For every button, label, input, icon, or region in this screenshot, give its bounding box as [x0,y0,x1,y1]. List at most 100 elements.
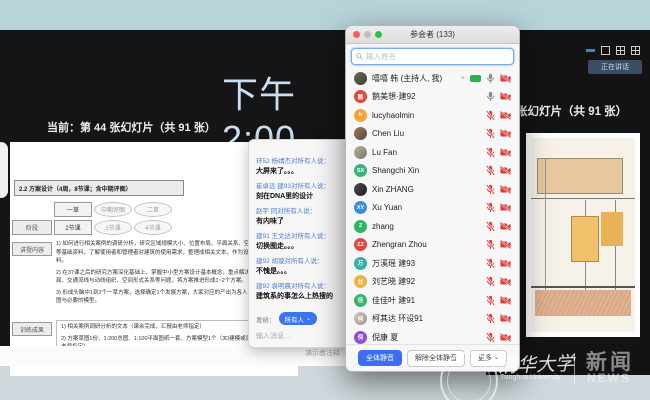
connection-badge-icon [470,75,481,82]
avatar [354,72,367,85]
participant-name: lucyhaolmin [372,111,481,120]
participant-name: 鹅美想·建92 [372,91,481,102]
avatar: ZZ [354,238,367,251]
participant-row[interactable]: Zzhang [346,217,519,236]
close-button[interactable] [353,31,360,38]
mic-off-icon[interactable] [486,258,495,269]
panel-titlebar[interactable]: 参会者 (133) [346,26,519,44]
participant-name: Shangchi Xin [372,166,481,175]
camera-off-icon[interactable] [500,92,511,101]
chat-text: 不愧是。。。 [256,266,355,276]
mic-icon[interactable] [486,91,495,102]
mic-off-icon[interactable] [486,332,495,343]
participant-name: zhang [372,222,481,231]
chat-text: 切换图走。。。 [256,241,355,251]
avatar: 刘 [354,275,367,288]
participant-row[interactable]: XY Xu Yuan [346,199,519,218]
participant-row[interactable]: 佳佳佳叶 建91 [346,291,519,310]
chat-message: 赵宇 同对所有人说：有内味了 [256,205,355,226]
search-input[interactable]: 输入姓名 [351,48,514,65]
avatar: 鹅 [354,90,367,103]
chat-input[interactable]: 输入消息... [256,331,355,341]
mic-off-icon[interactable] [486,202,495,213]
chat-sender: 崔卓远 建93对所有人说： [256,180,355,190]
grid-view-icon[interactable] [616,46,625,55]
mic-off-icon[interactable] [486,147,495,158]
slide-box-ercao: 二草 [134,202,172,217]
mic-off-icon[interactable] [486,128,495,139]
camera-off-icon[interactable] [500,74,511,83]
more-button[interactable]: 更多 ⌄ [470,350,507,367]
minimize-button[interactable] [364,31,371,38]
camera-off-icon[interactable] [500,296,511,305]
list-view-icon[interactable] [631,46,640,55]
mic-off-icon[interactable] [486,295,495,306]
participant-name: 佳佳叶 建91 [372,295,481,306]
search-placeholder: 输入姓名 [366,51,396,62]
chat-message: 环52 杨靖杰对所有人说：大屏来了。。。 [256,155,355,176]
slide-counter: 当前：第 44 张幻灯片（共 91 张） [47,119,216,135]
avatar: b [354,109,367,122]
slide-label-result: 训练成果 [12,322,52,336]
participant-row[interactable]: 刘刘艺晓 建92 [346,273,519,292]
camera-off-icon[interactable] [500,222,511,231]
mic-icon[interactable] [486,73,495,84]
slide-label-stage: 阶段 [12,220,52,235]
slide-image-frame [526,133,640,337]
camera-off-icon[interactable] [500,166,511,175]
chat-sender: 建91 王文达对所有人说： [256,230,355,240]
camera-off-icon[interactable] [500,277,511,286]
chat-message: 建92 袁明晨对所有人说：建筑系的事怎么上热搜的 [256,280,355,301]
participant-row[interactable]: Chen Liu [346,125,519,144]
camera-off-icon[interactable] [500,203,511,212]
participants-panel: 参会者 (133) 输入姓名 嘻嘻 韩 (主持人, 我)+ 鹅鹅美想·建92 b… [345,25,520,372]
slide-box-4lessons: 4节课 [134,220,172,235]
participant-row[interactable]: SXShangchi Xin [346,162,519,181]
mic-off-icon[interactable] [486,276,495,287]
camera-off-icon[interactable] [500,333,511,342]
avatar: 柯 [354,312,367,325]
avatar: XY [354,201,367,214]
zoom-button[interactable] [375,31,382,38]
chat-text: 建筑系的事怎么上热搜的 [256,291,355,301]
minimize-icon[interactable] [586,49,595,52]
camera-off-icon[interactable] [500,240,511,249]
participant-row[interactable]: Xin ZHANG [346,180,519,199]
mic-off-icon[interactable] [486,184,495,195]
chat-sender: 环52 杨靖杰对所有人说： [256,155,355,165]
participant-row[interactable]: b lucyhaolmin [346,106,519,125]
camera-off-icon[interactable] [500,185,511,194]
panel-footer: 全体静音 解除全体静音 更多 ⌄ [346,344,519,371]
mic-off-icon[interactable] [486,313,495,324]
participant-row[interactable]: 鹅鹅美想·建92 [346,88,519,107]
camera-off-icon[interactable] [500,314,511,323]
mic-off-icon[interactable] [486,239,495,250]
slide-label-teaching: 讲授内容 [12,242,52,256]
participant-name: 柯其达 环设91 [372,313,481,324]
mute-all-button[interactable]: 全体静音 [358,350,402,366]
status-icon: + [461,75,465,82]
slide-box-yicao: 一草 [54,202,92,217]
chevron-down-icon: ⌄ [494,355,499,361]
camera-off-icon[interactable] [500,148,511,157]
participant-row[interactable]: 万万溪瑶 建93 [346,254,519,273]
camera-off-icon[interactable] [500,259,511,268]
send-to-selector[interactable]: 所有人 ⌄ [279,312,318,325]
participant-row[interactable]: 柯柯其达 环设91 [346,310,519,329]
mic-off-icon[interactable] [486,110,495,121]
unmute-all-button[interactable]: 解除全体静音 [407,350,465,367]
chat-message: 建91 王文达对所有人说：切换图走。。。 [256,230,355,251]
participant-row[interactable]: ZZZhengran Zhou [346,236,519,255]
participant-name: Xu Yuan [372,203,481,212]
participant-row[interactable]: Lu Fan [346,143,519,162]
camera-off-icon[interactable] [500,111,511,120]
chat-sender: 赵宇 同对所有人说： [256,205,355,215]
window-controls[interactable] [586,46,640,55]
camera-off-icon[interactable] [500,129,511,138]
participant-row[interactable]: 嘻嘻 韩 (主持人, 我)+ [346,69,519,88]
architectural-sketch-image [531,138,635,332]
mic-off-icon[interactable] [486,165,495,176]
window-icon[interactable] [601,46,610,55]
participant-list: 嘻嘻 韩 (主持人, 我)+ 鹅鹅美想·建92 b lucyhaolmin Che… [346,69,519,347]
mic-off-icon[interactable] [486,221,495,232]
